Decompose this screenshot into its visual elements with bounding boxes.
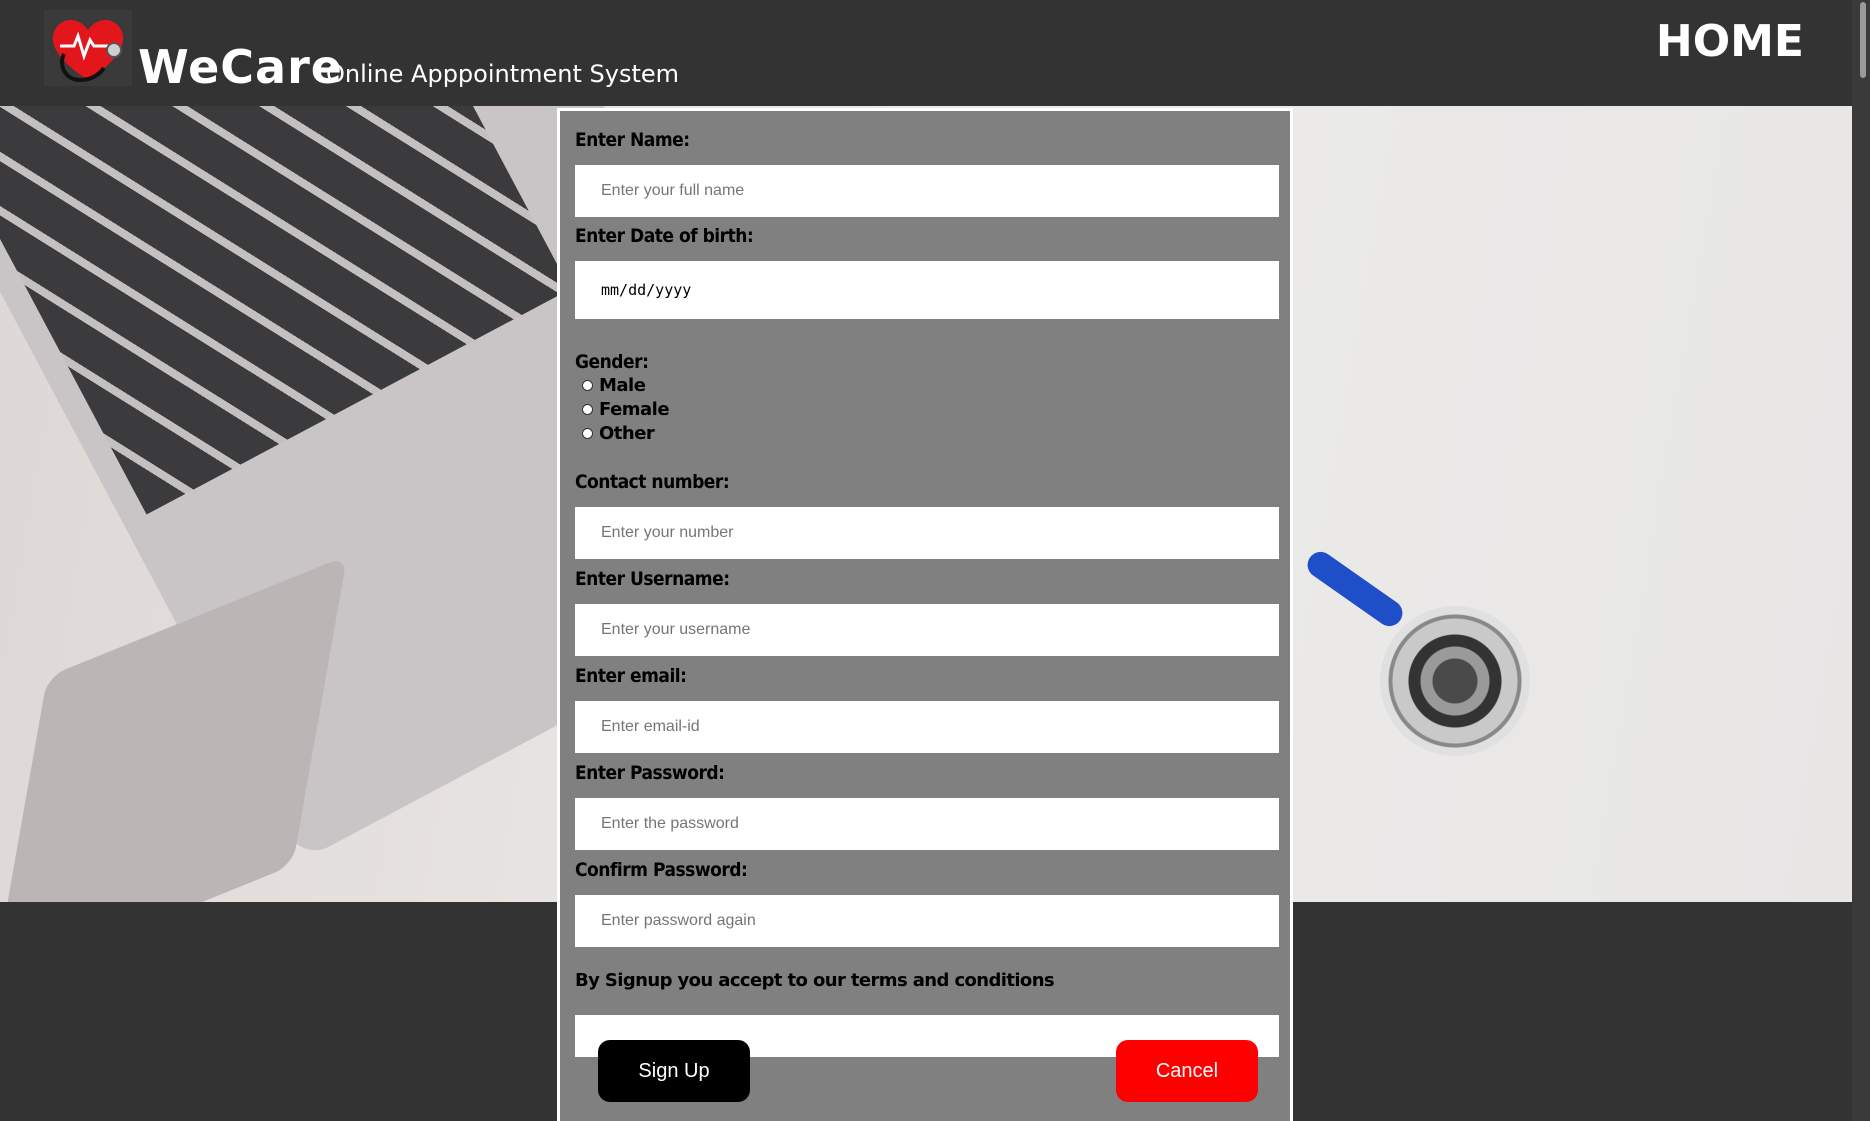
password-label: Enter Password: bbox=[575, 762, 725, 784]
radio-button[interactable] bbox=[582, 428, 593, 439]
contact-label: Contact number: bbox=[575, 471, 730, 493]
name-input[interactable] bbox=[575, 165, 1279, 217]
scrollbar-thumb[interactable] bbox=[1860, 2, 1866, 78]
dob-input[interactable]: mm/dd/yyyy bbox=[575, 261, 1279, 319]
home-link[interactable]: HOME bbox=[1656, 16, 1804, 67]
gender-label: Gender: bbox=[575, 351, 649, 373]
username-label: Enter Username: bbox=[575, 568, 730, 590]
confirm-password-input[interactable] bbox=[575, 895, 1279, 947]
cancel-button[interactable]: Cancel bbox=[1116, 1040, 1258, 1102]
gender-option-male[interactable]: Male bbox=[582, 375, 646, 396]
email-label: Enter email: bbox=[575, 665, 687, 687]
wecare-logo bbox=[44, 10, 132, 86]
gender-option-label: Female bbox=[599, 399, 670, 420]
radio-button[interactable] bbox=[582, 380, 593, 391]
contact-input[interactable] bbox=[575, 507, 1279, 559]
name-label: Enter Name: bbox=[575, 129, 690, 151]
top-header: WeCare Online Apppointment System HOME bbox=[0, 0, 1852, 106]
gender-option-other[interactable]: Other bbox=[582, 423, 655, 444]
password-input[interactable] bbox=[575, 798, 1279, 850]
confirm-password-label: Confirm Password: bbox=[575, 859, 748, 881]
email-input[interactable] bbox=[575, 701, 1279, 753]
gender-option-label: Other bbox=[599, 423, 655, 444]
brand-tagline: Online Apppointment System bbox=[326, 60, 680, 88]
gender-option-label: Male bbox=[599, 375, 646, 396]
dob-label: Enter Date of birth: bbox=[575, 225, 754, 247]
signup-button[interactable]: Sign Up bbox=[598, 1040, 750, 1102]
terms-text: By Signup you accept to our terms and co… bbox=[575, 970, 1055, 991]
stethoscope-tube bbox=[1302, 546, 1408, 632]
username-input[interactable] bbox=[575, 604, 1279, 656]
stethoscope-image bbox=[1380, 606, 1530, 756]
dob-placeholder: mm/dd/yyyy bbox=[601, 281, 692, 299]
gender-option-female[interactable]: Female bbox=[582, 399, 670, 420]
brand-name: WeCare bbox=[138, 40, 343, 94]
page-scrollbar[interactable] bbox=[1852, 0, 1870, 1121]
signup-form: Enter Name: Enter Date of birth: mm/dd/y… bbox=[557, 108, 1293, 1121]
radio-button[interactable] bbox=[582, 404, 593, 415]
